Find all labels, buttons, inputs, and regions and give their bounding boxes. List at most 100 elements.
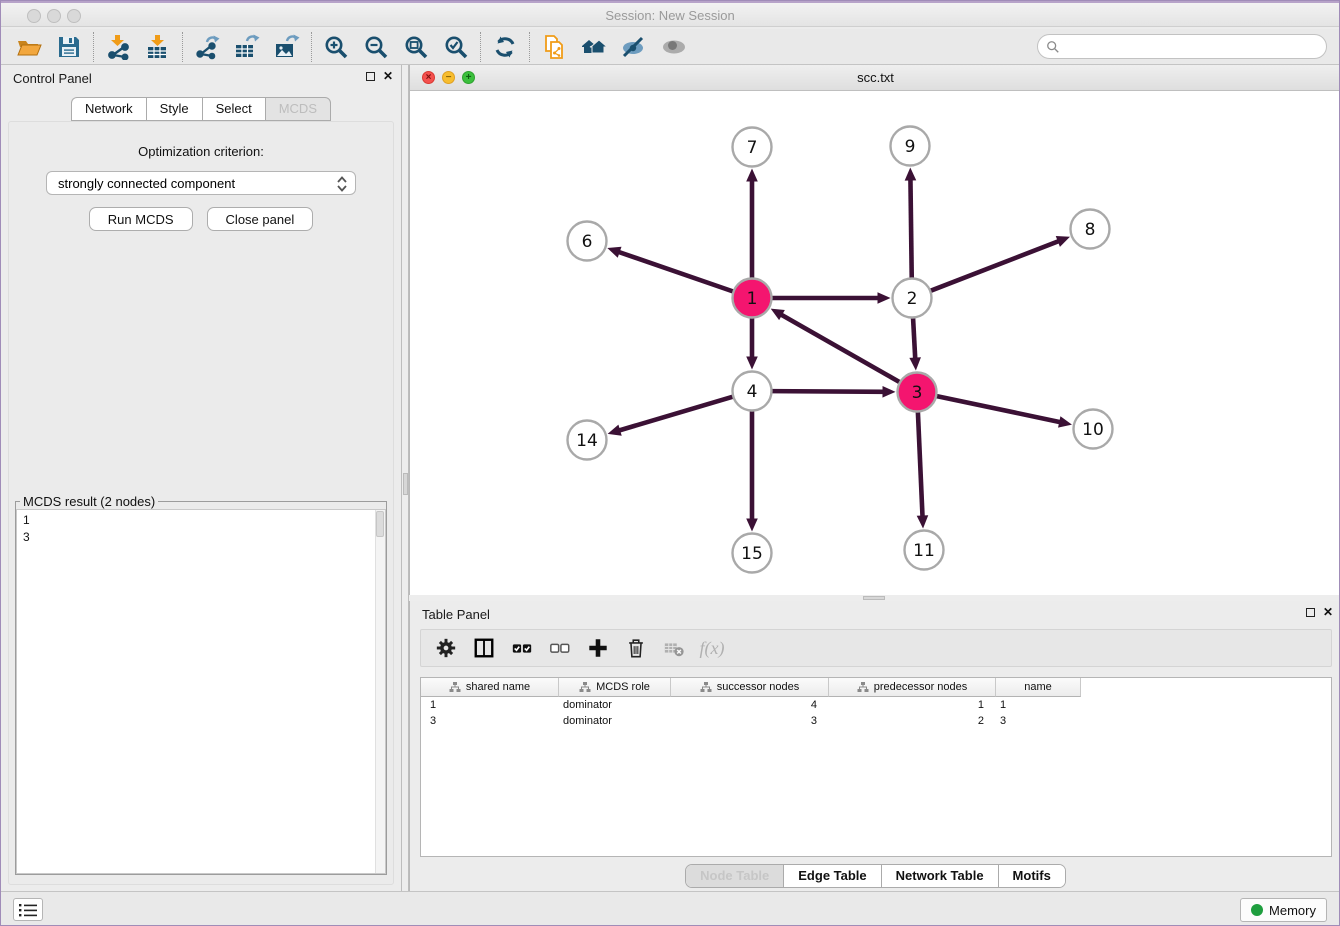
arrowhead-1-2 bbox=[878, 292, 891, 304]
tab-edge-table[interactable]: Edge Table bbox=[784, 865, 881, 887]
table-cell[interactable]: 1 bbox=[996, 697, 1081, 713]
horizontal-splitter-handle[interactable] bbox=[863, 596, 885, 600]
hide-selected-icon[interactable] bbox=[614, 31, 654, 63]
column-header-shared-name[interactable]: shared name bbox=[421, 678, 559, 697]
search-input[interactable] bbox=[1037, 34, 1327, 59]
arrowhead-2-9 bbox=[905, 167, 917, 180]
mcds-result-area[interactable]: 1 3 bbox=[16, 509, 386, 874]
result-scrollbar[interactable] bbox=[375, 510, 385, 873]
float-table-panel-icon[interactable] bbox=[1306, 608, 1315, 617]
table-row[interactable]: 1dominator411 bbox=[421, 697, 1331, 713]
toolbar-separator bbox=[182, 32, 183, 62]
tab-motifs[interactable]: Motifs bbox=[999, 865, 1065, 887]
import-table-icon[interactable] bbox=[138, 31, 178, 63]
zoom-out-icon[interactable] bbox=[356, 31, 396, 63]
toggle-panel-icon[interactable] bbox=[467, 633, 501, 663]
node-label-7: 7 bbox=[747, 138, 758, 158]
save-session-icon[interactable] bbox=[49, 31, 89, 63]
close-panel-icon[interactable]: ✕ bbox=[383, 71, 393, 82]
refresh-view-icon[interactable] bbox=[485, 31, 525, 63]
table-cell[interactable]: 3 bbox=[671, 713, 829, 729]
table-row[interactable]: 3dominator323 bbox=[421, 713, 1331, 729]
app-window: Session: New Session Control Panel ✕ Net… bbox=[0, 0, 1340, 926]
copy-view-icon[interactable] bbox=[534, 31, 574, 63]
open-file-icon[interactable] bbox=[9, 31, 49, 63]
close-table-panel-icon[interactable]: ✕ bbox=[1323, 607, 1333, 618]
float-panel-icon[interactable] bbox=[366, 72, 375, 81]
table-cell[interactable]: dominator bbox=[559, 713, 671, 729]
table-toolbar: f(x) bbox=[420, 629, 1332, 667]
edge-2-8[interactable] bbox=[930, 241, 1060, 291]
edge-2-3[interactable] bbox=[913, 317, 915, 359]
table-cell[interactable]: 2 bbox=[829, 713, 996, 729]
table-cell[interactable]: 4 bbox=[671, 697, 829, 713]
select-all-icon[interactable] bbox=[505, 633, 539, 663]
tab-mcds[interactable]: MCDS bbox=[265, 97, 331, 121]
arrowhead-4-15 bbox=[746, 519, 758, 532]
edge-1-6[interactable] bbox=[618, 252, 734, 292]
toolbar-separator bbox=[480, 32, 481, 62]
export-image-icon[interactable] bbox=[267, 31, 307, 63]
tab-network-table[interactable]: Network Table bbox=[882, 865, 999, 887]
table-cell[interactable]: 1 bbox=[421, 697, 559, 713]
mcds-result-text: 1 3 bbox=[17, 510, 385, 546]
vertical-splitter-handle[interactable] bbox=[403, 473, 408, 495]
edge-4-14[interactable] bbox=[618, 397, 733, 431]
network-window-titlebar: × − + scc.txt bbox=[410, 65, 1340, 91]
arrowhead-3-10 bbox=[1058, 416, 1072, 427]
tab-select[interactable]: Select bbox=[202, 97, 265, 121]
node-table[interactable]: shared nameMCDS rolesuccessor nodesprede… bbox=[420, 677, 1332, 857]
dropdown-value: strongly connected component bbox=[58, 176, 235, 191]
add-column-icon[interactable] bbox=[581, 633, 615, 663]
tab-network[interactable]: Network bbox=[71, 97, 146, 121]
import-network-icon[interactable] bbox=[98, 31, 138, 63]
arrowhead-1-7 bbox=[746, 169, 758, 182]
zoom-selected-icon[interactable] bbox=[436, 31, 476, 63]
table-cell[interactable]: dominator bbox=[559, 697, 671, 713]
deselect-all-icon[interactable] bbox=[543, 633, 577, 663]
edge-4-3[interactable] bbox=[771, 391, 884, 392]
delete-column-icon[interactable] bbox=[619, 633, 653, 663]
table-panel-title: Table Panel bbox=[422, 607, 490, 622]
settings-gear-icon[interactable] bbox=[429, 633, 463, 663]
edge-2-9[interactable] bbox=[910, 178, 911, 278]
home-view-icon[interactable] bbox=[574, 31, 614, 63]
edge-3-10[interactable] bbox=[936, 396, 1061, 422]
export-network-icon[interactable] bbox=[187, 31, 227, 63]
arrowhead-2-8 bbox=[1056, 236, 1070, 247]
zoom-fit-icon[interactable] bbox=[396, 31, 436, 63]
network-window: × − + scc.txt 7968124314101511 bbox=[409, 65, 1340, 595]
edge-3-1[interactable] bbox=[780, 314, 900, 382]
memory-button[interactable]: Memory bbox=[1240, 898, 1327, 922]
mcds-result-box: MCDS result (2 nodes) 1 3 bbox=[15, 494, 387, 875]
control-panel-title: Control Panel bbox=[13, 71, 92, 86]
optimization-dropdown[interactable]: strongly connected component bbox=[46, 171, 356, 195]
export-table-icon[interactable] bbox=[227, 31, 267, 63]
toolbar-separator bbox=[529, 32, 530, 62]
column-header-name[interactable]: name bbox=[996, 678, 1081, 697]
table-cell[interactable]: 3 bbox=[421, 713, 559, 729]
window-title: Session: New Session bbox=[1, 8, 1339, 23]
column-header-successor-nodes[interactable]: successor nodes bbox=[671, 678, 829, 697]
tab-node-table[interactable]: Node Table bbox=[686, 865, 784, 887]
zoom-in-icon[interactable] bbox=[316, 31, 356, 63]
memory-status-icon bbox=[1251, 904, 1263, 916]
show-all-icon[interactable] bbox=[654, 31, 694, 63]
column-header-predecessor-nodes[interactable]: predecessor nodes bbox=[829, 678, 996, 697]
column-header-MCDS-role[interactable]: MCDS role bbox=[559, 678, 671, 697]
table-cell[interactable]: 1 bbox=[829, 697, 996, 713]
table-cell[interactable]: 3 bbox=[996, 713, 1081, 729]
node-label-4: 4 bbox=[747, 382, 758, 402]
search-icon bbox=[1046, 40, 1060, 54]
run-mcds-button[interactable]: Run MCDS bbox=[89, 207, 193, 231]
edge-3-11[interactable] bbox=[918, 411, 923, 517]
optimization-label: Optimization criterion: bbox=[9, 144, 393, 159]
task-history-button[interactable] bbox=[13, 898, 43, 921]
close-panel-button[interactable]: Close panel bbox=[207, 207, 314, 231]
node-label-15: 15 bbox=[741, 544, 763, 564]
tab-style[interactable]: Style bbox=[146, 97, 202, 121]
network-canvas[interactable]: 7968124314101511 bbox=[410, 91, 1340, 595]
arrowhead-3-11 bbox=[917, 515, 929, 528]
search-field[interactable] bbox=[1060, 39, 1326, 54]
vertical-splitter[interactable] bbox=[401, 65, 409, 891]
